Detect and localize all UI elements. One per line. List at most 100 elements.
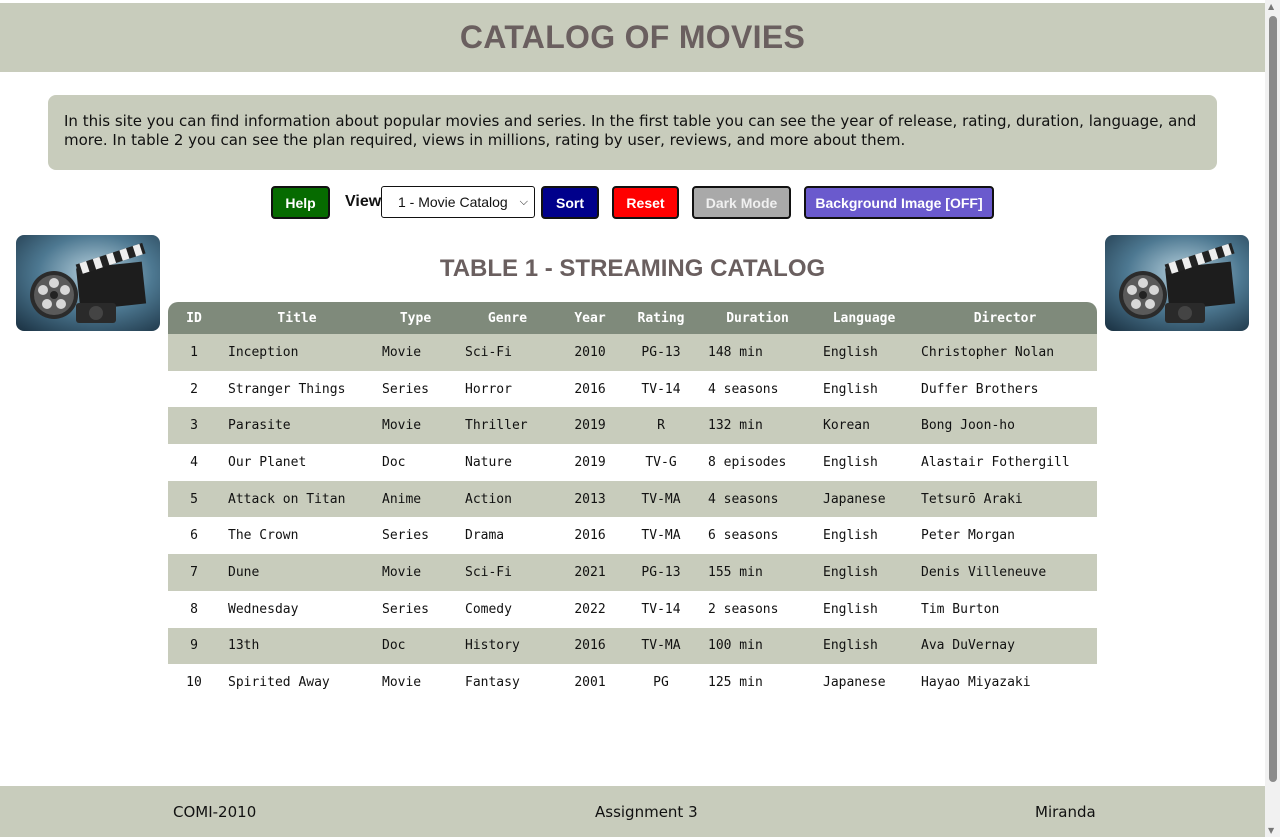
table-cell: Parasite [220, 407, 374, 445]
table-cell: 2001 [558, 664, 622, 701]
film-reel-clapperboard-image-right [1105, 235, 1249, 331]
table-cell: PG-13 [622, 334, 700, 371]
view-select[interactable]: 1 - Movie Catalog ⌵ [381, 186, 535, 218]
column-header[interactable]: ID [168, 302, 220, 334]
table-cell: Dune [220, 554, 374, 591]
table-cell: 2013 [558, 480, 622, 518]
table-cell: R [622, 407, 700, 445]
table-cell: The Crown [220, 517, 374, 555]
table-cell: 2016 [558, 517, 622, 555]
table-cell: Denis Villeneuve [913, 554, 1097, 591]
table-cell: 8 episodes [700, 444, 815, 481]
table-cell: 2016 [558, 627, 622, 665]
table-cell: Sci-Fi [457, 334, 558, 371]
table-cell: 4 seasons [700, 370, 815, 408]
table-cell: Inception [220, 334, 374, 371]
table-row: 7 Dune Movie Sci-Fi 2021 PG-13 155 min English D… [168, 554, 1097, 591]
table-cell: English [815, 334, 913, 371]
chevron-down-icon: ⌵ [519, 195, 528, 208]
table-cell: TV-14 [622, 590, 700, 628]
table-cell: 2019 [558, 444, 622, 481]
table-cell: Series [374, 590, 457, 628]
table-cell: Doc [374, 627, 457, 665]
streaming-catalog-table: ID Title Type Genre Year Rating Duration… [168, 302, 1097, 701]
table-cell: English [815, 517, 913, 555]
reset-button[interactable]: Reset [612, 186, 679, 219]
table-cell: History [457, 627, 558, 665]
table-cell: 155 min [700, 554, 815, 591]
table-cell: 1 [168, 334, 220, 371]
table-cell: 3 [168, 407, 220, 445]
page-footer: COMI-2010 Assignment 3 Miranda [0, 786, 1265, 837]
film-reel-clapperboard-image-left [16, 235, 160, 331]
table-cell: 6 [168, 517, 220, 555]
page-header: CATALOG OF MOVIES [0, 3, 1265, 72]
table-cell: TV-MA [622, 517, 700, 555]
table-cell: 125 min [700, 664, 815, 701]
column-header[interactable]: Type [374, 302, 457, 334]
table-cell: Drama [457, 517, 558, 555]
column-header[interactable]: Language [815, 302, 913, 334]
table-cell: 4 [168, 444, 220, 481]
table-cell: 4 seasons [700, 480, 815, 518]
table-cell: 2021 [558, 554, 622, 591]
column-header[interactable]: Rating [622, 302, 700, 334]
table-row: 8 Wednesday Series Comedy 2022 TV-14 2 seasons… [168, 590, 1097, 628]
vertical-scrollbar[interactable]: ▲ ▼ [1265, 0, 1280, 837]
table-cell: 7 [168, 554, 220, 591]
table-cell: 2022 [558, 590, 622, 628]
table-cell: Thriller [457, 407, 558, 445]
scroll-up-arrow-icon[interactable]: ▲ [1268, 2, 1274, 11]
table-cell: Peter Morgan [913, 517, 1097, 555]
table-cell: TV-14 [622, 370, 700, 408]
table-cell: English [815, 590, 913, 628]
footer-course: COMI-2010 [173, 803, 257, 821]
table-cell: Tim Burton [913, 590, 1097, 628]
table-cell: Korean [815, 407, 913, 445]
column-header[interactable]: Title [220, 302, 374, 334]
sort-button[interactable]: Sort [541, 186, 599, 219]
table-cell: Bong Joon-ho [913, 407, 1097, 445]
table-cell: 2 seasons [700, 590, 815, 628]
column-header[interactable]: Director [913, 302, 1097, 334]
table-cell: 148 min [700, 334, 815, 371]
table-cell: Movie [374, 664, 457, 701]
table-row: 4 Our Planet Doc Nature 2019 TV-G 8 episodes En… [168, 444, 1097, 481]
table-cell: Movie [374, 554, 457, 591]
view-label: View [345, 193, 382, 210]
table-cell: 2016 [558, 370, 622, 408]
controls-bar: Help View 1 - Movie Catalog ⌵ Sort Reset… [0, 186, 1265, 219]
table-cell: Christopher Nolan [913, 334, 1097, 371]
table-cell: Comedy [457, 590, 558, 628]
table-row: 5 Attack on Titan Anime Action 2013 TV-MA 4 se… [168, 480, 1097, 518]
table-cell: Nature [457, 444, 558, 481]
scroll-down-arrow-icon[interactable]: ▼ [1268, 826, 1274, 835]
table-cell: Sci-Fi [457, 554, 558, 591]
dark-mode-button[interactable]: Dark Mode [692, 186, 791, 219]
view-select-value: 1 - Movie Catalog [398, 194, 508, 210]
background-image-button[interactable]: Background Image [OFF] [804, 186, 994, 219]
table-cell: 9 [168, 627, 220, 665]
table-cell: Japanese [815, 664, 913, 701]
table-cell: Tetsurō Araki [913, 480, 1097, 518]
table-cell: 5 [168, 480, 220, 518]
help-button[interactable]: Help [271, 186, 330, 219]
page: CATALOG OF MOVIES In this site you can f… [0, 0, 1265, 837]
column-header[interactable]: Duration [700, 302, 815, 334]
table-cell: English [815, 370, 913, 408]
column-header[interactable]: Genre [457, 302, 558, 334]
table-cell: Doc [374, 444, 457, 481]
scrollbar-thumb[interactable] [1269, 16, 1277, 782]
table-row: 9 13th Doc History 2016 TV-MA 100 min English Av… [168, 627, 1097, 665]
table-cell: 2019 [558, 407, 622, 445]
table-cell: 13th [220, 627, 374, 665]
table-header-row: ID Title Type Genre Year Rating Duration… [168, 302, 1097, 334]
table-cell: Series [374, 370, 457, 408]
table-cell: Fantasy [457, 664, 558, 701]
table-cell: English [815, 554, 913, 591]
table-row: 1 Inception Movie Sci-Fi 2010 PG-13 148 min Eng… [168, 334, 1097, 371]
table-cell: PG [622, 664, 700, 701]
table-cell: 2 [168, 370, 220, 408]
table-cell: English [815, 627, 913, 665]
column-header[interactable]: Year [558, 302, 622, 334]
